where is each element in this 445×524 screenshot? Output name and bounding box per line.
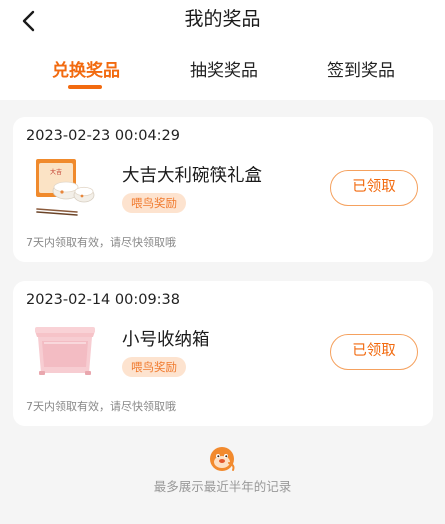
history-limit-note: 最多展示最近半年的记录 (153, 479, 292, 494)
storage-box-image (35, 327, 95, 375)
svg-text:大吉: 大吉 (50, 168, 62, 176)
bird-mascot-icon (210, 447, 235, 471)
prize-card: 2023-02-14 00:09:38 小号收纳箱 喂鸟奖励 已领取 7天内领取… (13, 281, 433, 426)
page-title: 我的奖品 (184, 8, 261, 30)
claimed-button[interactable]: 已领取 (330, 334, 418, 370)
reward-tag: 喂鸟奖励 (122, 357, 186, 377)
tab-exchange-prizes[interactable]: 兑换奖品 (50, 58, 122, 84)
prize-name: 小号收纳箱 (122, 330, 210, 350)
validity-note: 7天内领取有效，请尽快领取哦 (26, 236, 176, 249)
prize-card: 2023-02-23 00:04:29 大吉 大吉大利碗筷礼盒 喂鸟奖励 已领取… (13, 117, 433, 262)
prize-tabs: 兑换奖品 抽奖奖品 签到奖品 (0, 44, 445, 100)
bowl-chopsticks-giftbox-image: 大吉 (36, 159, 95, 216)
tab-signin-prizes[interactable]: 签到奖品 (325, 58, 397, 84)
tab-lottery-prizes[interactable]: 抽奖奖品 (188, 58, 260, 84)
validity-note: 7天内领取有效，请尽快领取哦 (26, 400, 176, 413)
claimed-button[interactable]: 已领取 (330, 170, 418, 206)
prize-time: 2023-02-14 00:09:38 (26, 292, 180, 308)
top-bar: 我的奖品 (0, 0, 445, 44)
prize-name: 大吉大利碗筷礼盒 (122, 166, 262, 186)
prize-time: 2023-02-23 00:04:29 (26, 128, 180, 144)
reward-tag: 喂鸟奖励 (122, 193, 186, 213)
active-tab-underline (68, 85, 102, 89)
